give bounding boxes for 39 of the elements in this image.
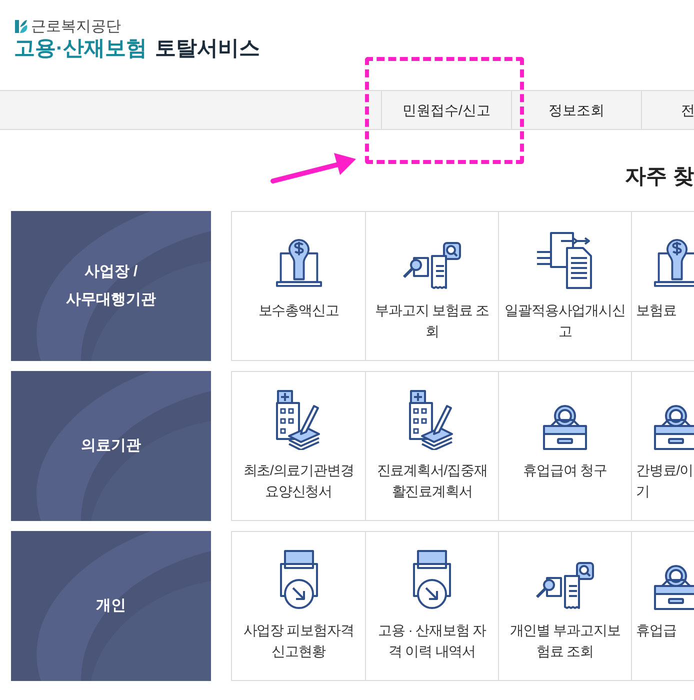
service-tile[interactable]: 고용 · 산재보험 자 격 이력 내역서	[365, 532, 498, 680]
service-tile[interactable]: 일괄적용사업개시신 고	[498, 212, 631, 360]
service-tile[interactable]: 간병료/이 기	[631, 372, 694, 520]
printer-arrow-icon	[410, 552, 454, 610]
service-label: 최초/의료기관변경 요양신청서	[243, 461, 354, 501]
category-label: 개인	[96, 596, 126, 616]
service-label: 진료계획서/집중재 활진료계획서	[376, 461, 488, 501]
service-label: 휴업급	[636, 621, 676, 640]
navigation-tab[interactable]: 민원접수/신고	[381, 91, 511, 129]
service-tile[interactable]: 휴업급	[631, 532, 694, 680]
service-tile[interactable]: 휴업급여 청구	[498, 372, 631, 520]
service-tile[interactable]: 부과고지 보험료 조 회	[365, 212, 498, 360]
service-label: 개인별 부과고지보 험료 조회	[510, 621, 620, 661]
logo-icon	[14, 18, 28, 34]
service-tile[interactable]: 보수총액신고	[232, 212, 365, 360]
service-label: 보험료	[636, 301, 676, 320]
organization-name: 근로복지공단	[31, 18, 121, 34]
service-label: 일괄적용사업개시신 고	[504, 301, 626, 341]
service-label: 사업장 피보험자격 신고현황	[243, 621, 354, 661]
navigation-tab[interactable]: 전	[641, 91, 694, 129]
service-label: 고용 · 산재보험 자 격 이력 내역서	[378, 621, 486, 661]
service-tile[interactable]: 진료계획서/집중재 활진료계획서	[365, 372, 498, 520]
service-label: 부과고지 보험료 조 회	[375, 301, 489, 341]
navigation-tab[interactable]: 정보조회	[511, 91, 641, 129]
service-name: 고용·산재보험	[14, 36, 147, 62]
service-tile[interactable]: 최초/의료기관변경 요양신청서	[232, 372, 365, 520]
service-tile[interactable]: 사업장 피보험자격 신고현황	[232, 532, 365, 680]
service-name: 토탈서비스	[155, 36, 260, 62]
category-label: 사업장 / 사무대행기관	[66, 262, 156, 310]
service-tile[interactable]: 보험료	[631, 212, 694, 360]
service-label: 휴업급여 청구	[523, 461, 607, 480]
service-label: 보수총액신고	[258, 301, 339, 320]
documents-arrow-icon	[537, 232, 593, 290]
category-label: 의료기관	[81, 436, 141, 456]
section-title: 자주 찾	[625, 164, 694, 190]
service-tile[interactable]: 개인별 부과고지보 험료 조회	[498, 532, 631, 680]
hospital-pen-icon	[409, 392, 455, 450]
hospital-pen-icon	[276, 392, 322, 450]
service-label: 간병료/이 기	[636, 461, 693, 501]
